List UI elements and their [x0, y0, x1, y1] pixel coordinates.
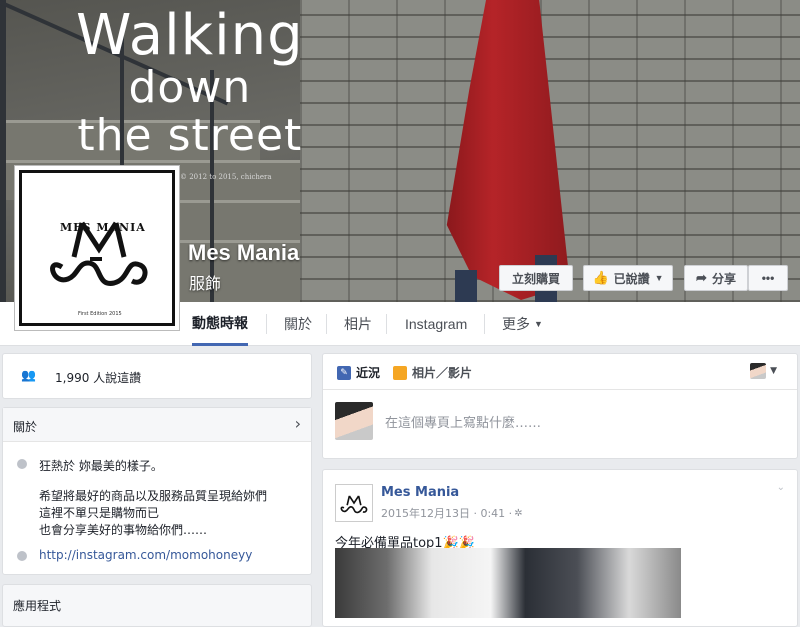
page-name[interactable]: Mes Mania — [188, 240, 299, 266]
post-card: Mes Mania 2015年12月13日 · 0:41 · ✲ ⌄ 今年必備單… — [322, 469, 798, 627]
about-desc-3: 也會分享美好的事物給你們…… — [39, 523, 208, 537]
brand-logo: MES MANIA First Edition 2015 — [19, 170, 175, 326]
about-tagline: 狂熱於 妳最美的樣子。 — [39, 459, 163, 473]
tab-more[interactable]: 更多 ▼ — [502, 302, 543, 346]
composer-input[interactable]: 在這個專頁上寫點什麼…… — [385, 412, 541, 431]
share-icon: ➦ — [696, 270, 707, 285]
chevron-down-icon: ▼ — [654, 273, 664, 283]
more-options-button[interactable]: ••• — [748, 265, 788, 291]
caret-down-icon: ▼ — [534, 319, 543, 329]
post-options-chevron-icon[interactable]: ⌄ — [777, 482, 785, 493]
instagram-link[interactable]: http://instagram.com/momohoneyy — [39, 548, 252, 562]
about-card: 關於 › 狂熱於 妳最美的樣子。 希望將最好的商品以及服務品質呈現給妳們 這裡不… — [2, 407, 312, 575]
cover-credit: © 2012 to 2015, chichera — [180, 173, 272, 181]
page-category[interactable]: 服飾 — [189, 270, 221, 294]
info-icon — [17, 459, 27, 469]
composer-avatar — [335, 402, 373, 440]
globe-icon — [17, 551, 27, 561]
people-icon: 👥 — [21, 368, 36, 382]
tab-instagram[interactable]: Instagram — [405, 302, 467, 346]
logo-edition: First Edition 2015 — [78, 311, 122, 317]
post-author[interactable]: Mes Mania — [381, 485, 459, 500]
photo-video-tab[interactable]: 相片／影片 — [393, 364, 472, 381]
chevron-right-icon: › — [294, 414, 301, 433]
likes-card: 👥 1,990 人說這讚 — [2, 353, 312, 399]
tab-timeline[interactable]: 動態時報 — [192, 302, 248, 346]
photo-icon — [393, 365, 407, 380]
logo-text: MES MANIA — [60, 221, 146, 234]
liked-button[interactable]: 👍 已說讚 ▼ — [583, 265, 673, 291]
pencil-icon: ✎ — [337, 365, 351, 380]
about-desc-1: 希望將最好的商品以及服務品質呈現給妳們 — [39, 489, 268, 503]
mm-logo-icon — [340, 495, 368, 514]
post-timestamp[interactable]: 2015年12月13日 · 0:41 · — [381, 505, 512, 521]
composer-card: ✎ 近況 相片／影片 ▼ 在這個專頁上寫點什麼…… — [322, 353, 798, 459]
cover-title: Walking down the street — [76, 3, 304, 161]
caret-down-icon: ▼ — [770, 366, 777, 376]
profile-picture[interactable]: MES MANIA First Edition 2015 — [14, 165, 180, 331]
post-author-logo[interactable] — [335, 484, 373, 522]
settings-icon: ✲ — [514, 507, 523, 519]
status-tab[interactable]: ✎ 近況 — [337, 364, 380, 381]
shop-now-button[interactable]: 立刻購買 — [499, 265, 573, 291]
post-photo[interactable] — [335, 548, 681, 618]
thumbs-up-icon: 👍 — [592, 270, 609, 285]
tab-photos[interactable]: 相片 — [344, 302, 372, 346]
about-desc-2: 這裡不單只是購物而已 — [39, 506, 160, 520]
avatar — [750, 363, 767, 379]
likes-count[interactable]: 1,990 人說這讚 — [55, 369, 141, 386]
share-button[interactable]: ➦ 分享 — [684, 265, 748, 291]
apps-header[interactable]: 應用程式 — [13, 597, 61, 614]
tab-about[interactable]: 關於 — [284, 302, 312, 346]
post-as-selector[interactable]: ▼ — [750, 363, 777, 379]
apps-card: 應用程式 — [2, 584, 312, 627]
about-header[interactable]: 關於 › — [3, 408, 311, 442]
